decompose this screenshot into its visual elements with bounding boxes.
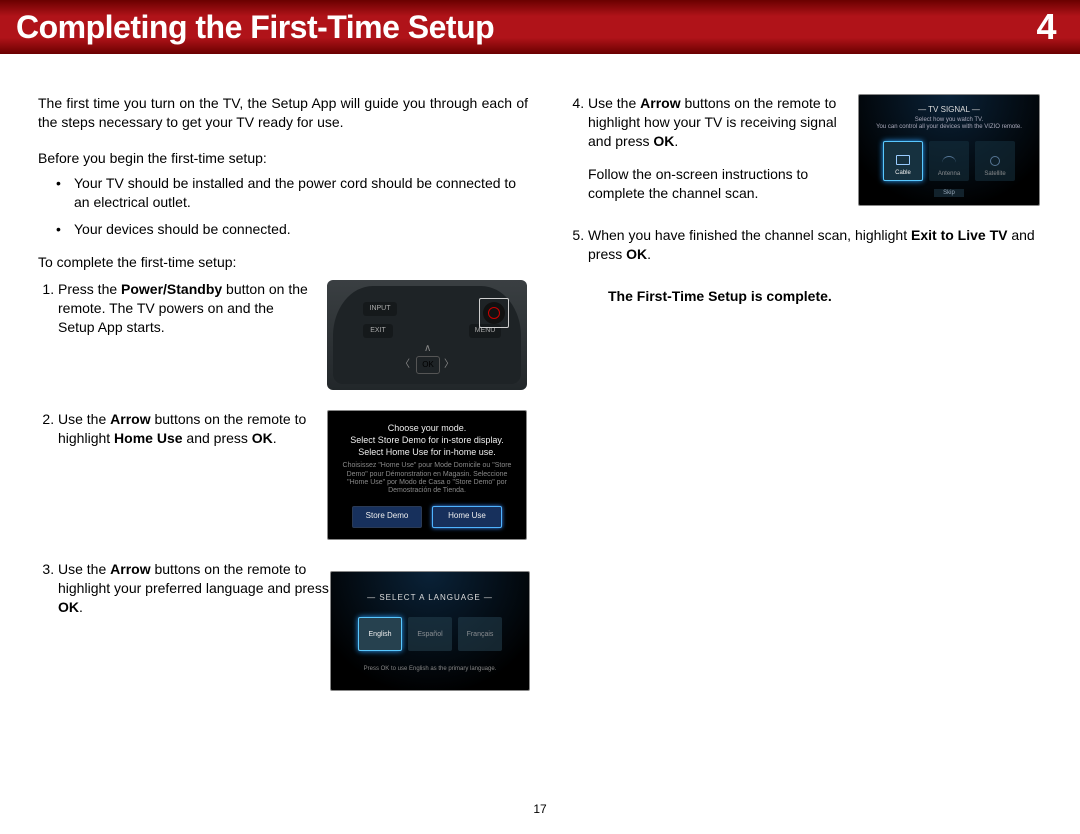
step-2-text: Use the Arrow buttons on the remote to h… — [58, 410, 313, 448]
chapter-title: Completing the First-Time Setup — [16, 9, 494, 46]
signal-header: — TV SIGNAL — — [918, 105, 980, 116]
bullet-item: Your TV should be installed and the powe… — [74, 174, 528, 212]
french-button: Français — [458, 617, 502, 651]
satellite-icon — [990, 156, 1000, 166]
cable-button: Cable — [883, 141, 923, 181]
skip-button: Skip — [934, 189, 964, 197]
intro-paragraph: The first time you turn on the TV, the S… — [38, 94, 528, 132]
remote-exit-button: EXIT — [363, 324, 393, 337]
english-button: English — [358, 617, 402, 651]
arrow-up-icon: ∧ — [424, 342, 431, 356]
chapter-number: 4 — [1036, 6, 1056, 48]
step-2: Use the Arrow buttons on the remote to h… — [58, 410, 528, 540]
bullet-item: Your devices should be connected. — [74, 220, 528, 239]
spanish-button: Español — [408, 617, 452, 651]
power-highlight-box — [479, 298, 509, 328]
step-3-text: Use the Arrow buttons on the remote to h… — [58, 560, 353, 617]
step-1: Press the Power/Standby button on the re… — [58, 280, 528, 390]
home-use-button: Home Use — [432, 506, 502, 528]
mode-select-figure: Choose your mode. Select Store Demo for … — [327, 410, 527, 540]
chapter-header: Completing the First-Time Setup 4 — [0, 0, 1080, 54]
remote-figure: INPUT EXIT MENU ∧ 〈 OK 〉 — [327, 280, 527, 390]
setup-complete-text: The First-Time Setup is complete. — [608, 288, 1044, 304]
step-3: Use the Arrow buttons on the remote to h… — [58, 560, 528, 691]
antenna-button: Antenna — [929, 141, 969, 181]
store-demo-button: Store Demo — [352, 506, 422, 528]
step-5: When you have finished the channel scan,… — [588, 226, 1044, 264]
language-header: — SELECT A LANGUAGE — — [367, 593, 493, 604]
step-1-text: Press the Power/Standby button on the re… — [58, 280, 313, 337]
remote-dpad: ∧ 〈 OK 〉 — [382, 342, 472, 386]
before-label: Before you begin the first-time setup: — [38, 150, 528, 166]
language-select-figure: — SELECT A LANGUAGE — English Español Fr… — [330, 571, 530, 691]
page-number: 17 — [533, 802, 546, 816]
step-4: Use the Arrow buttons on the remote to h… — [588, 94, 1044, 206]
left-column: The first time you turn on the TV, the S… — [38, 94, 528, 711]
satellite-button: Satellite — [975, 141, 1015, 181]
to-complete-label: To complete the first-time setup: — [38, 254, 528, 270]
right-column: Use the Arrow buttons on the remote to h… — [568, 94, 1044, 711]
arrow-right-icon: 〉 — [444, 358, 454, 372]
cable-icon — [896, 155, 910, 165]
remote-input-button: INPUT — [363, 302, 397, 315]
arrow-left-icon: 〈 — [400, 358, 410, 372]
step-4-text: Use the Arrow buttons on the remote to h… — [588, 94, 844, 202]
tv-signal-figure: — TV SIGNAL — Select how you watch TV. Y… — [858, 94, 1040, 206]
remote-ok-button: OK — [416, 356, 440, 374]
antenna-icon — [942, 156, 956, 166]
before-bullets: Your TV should be installed and the powe… — [38, 174, 528, 239]
